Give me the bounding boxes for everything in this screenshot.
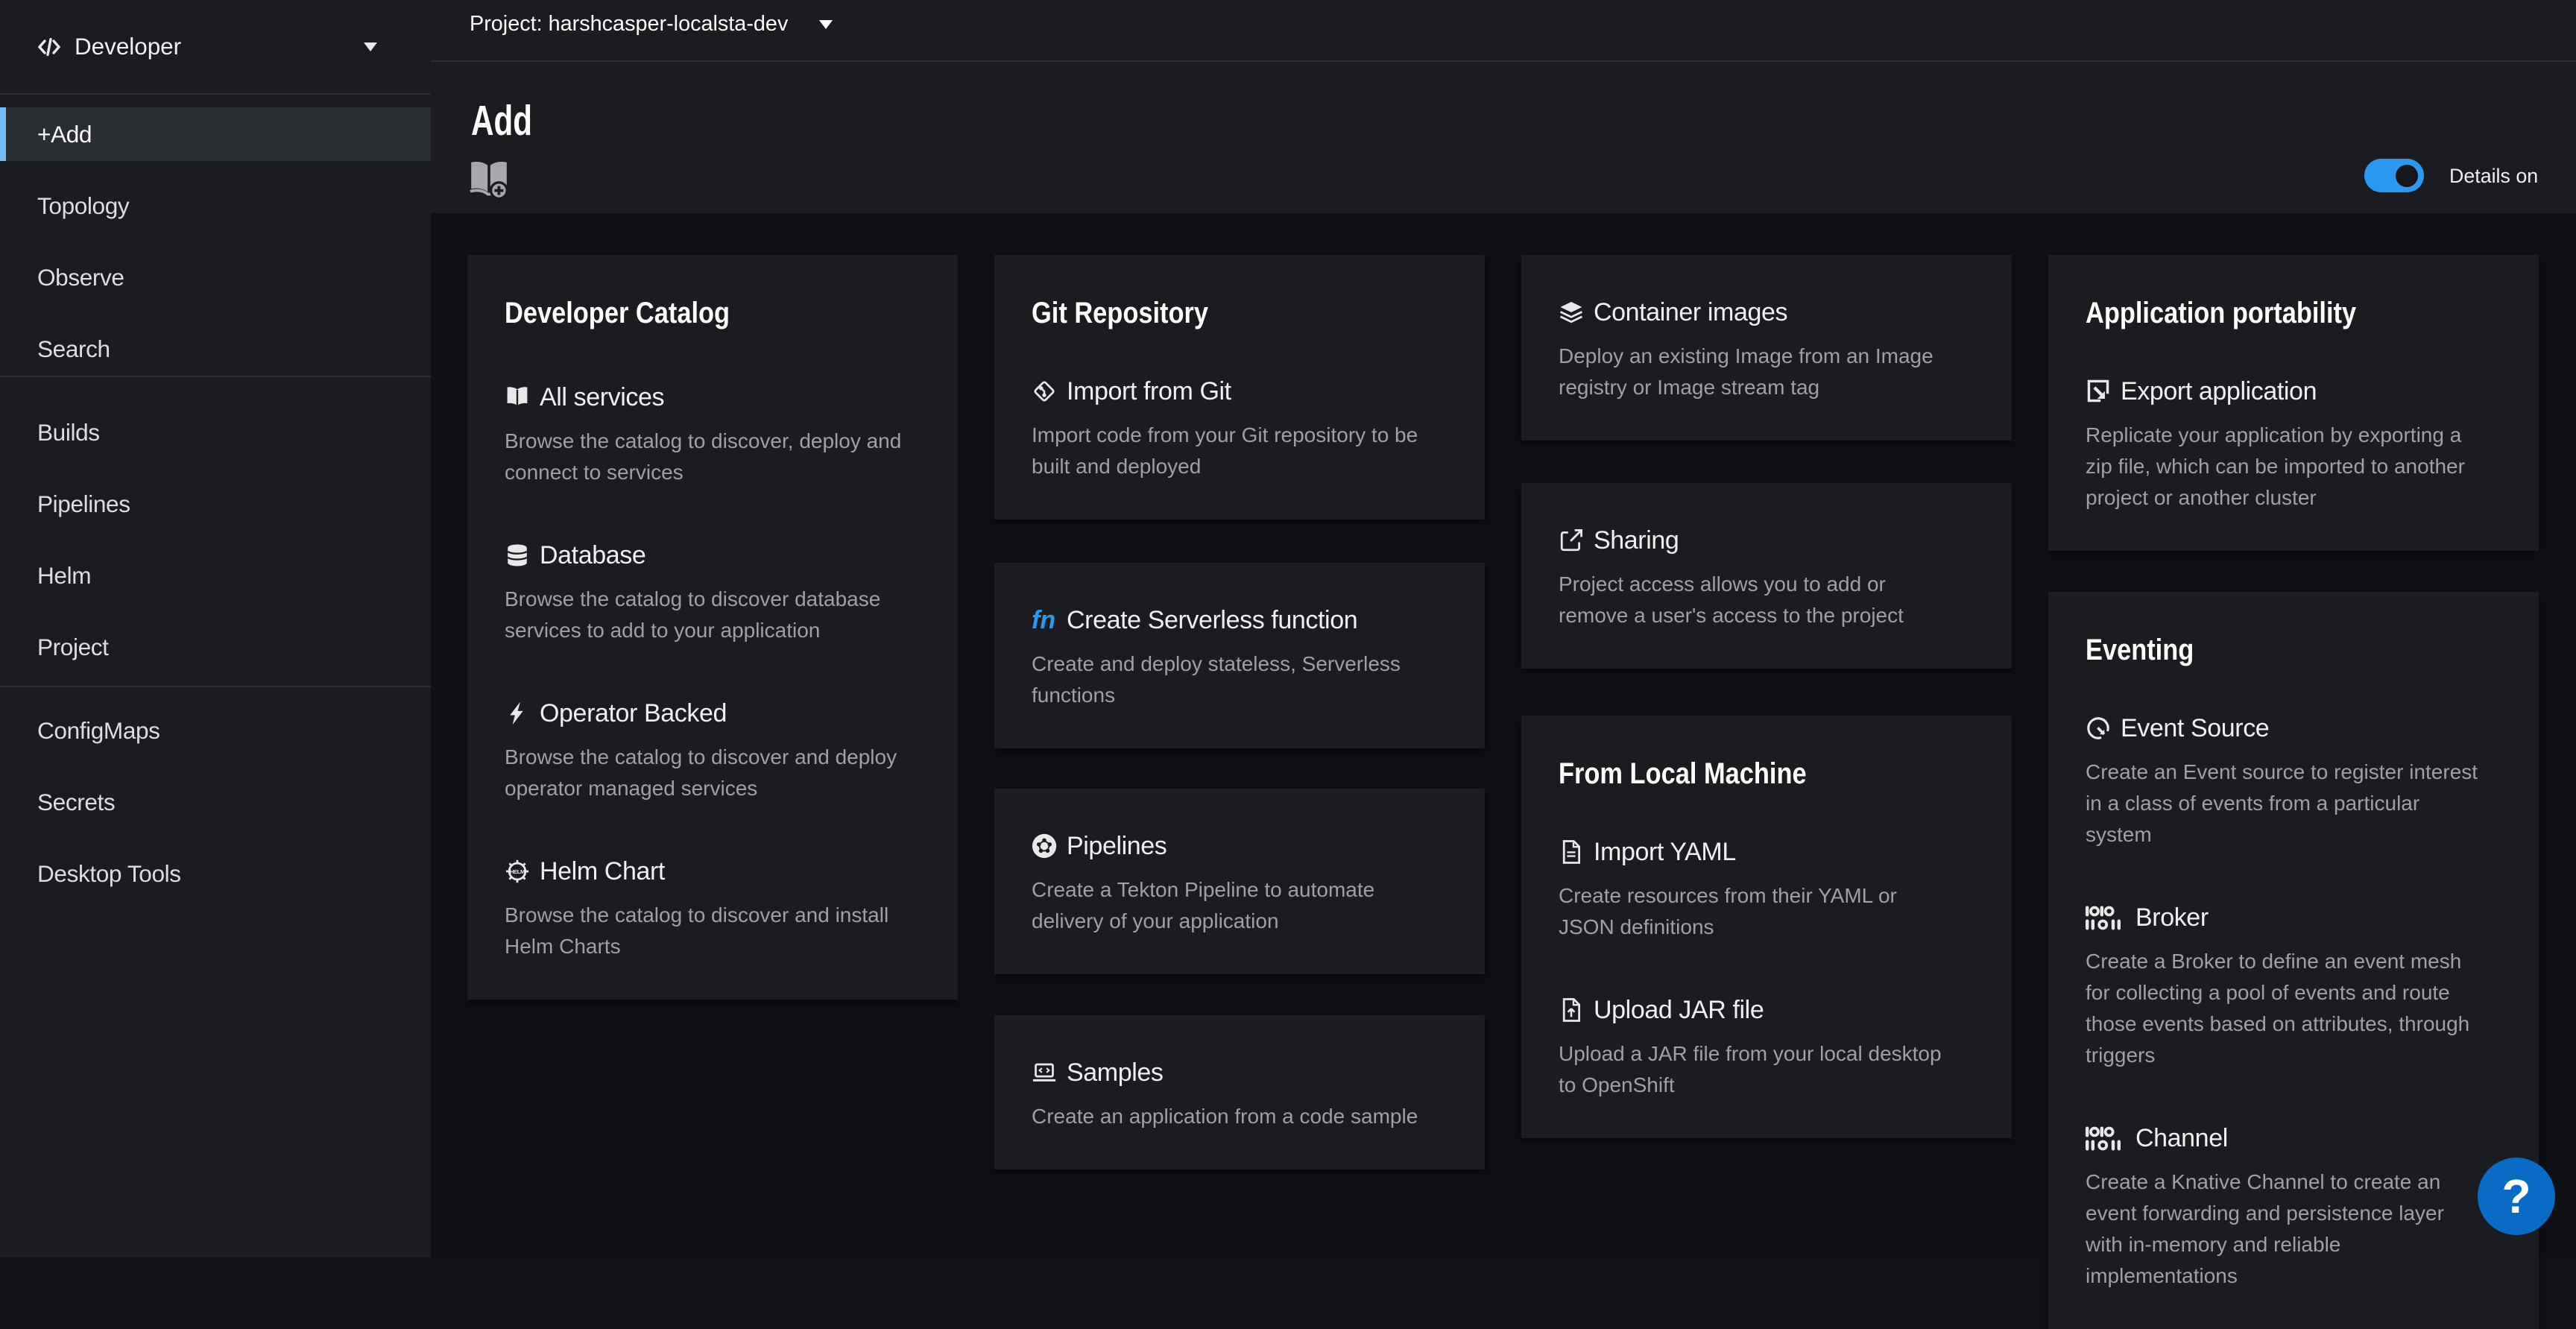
svg-text:HELM: HELM — [510, 868, 525, 875]
